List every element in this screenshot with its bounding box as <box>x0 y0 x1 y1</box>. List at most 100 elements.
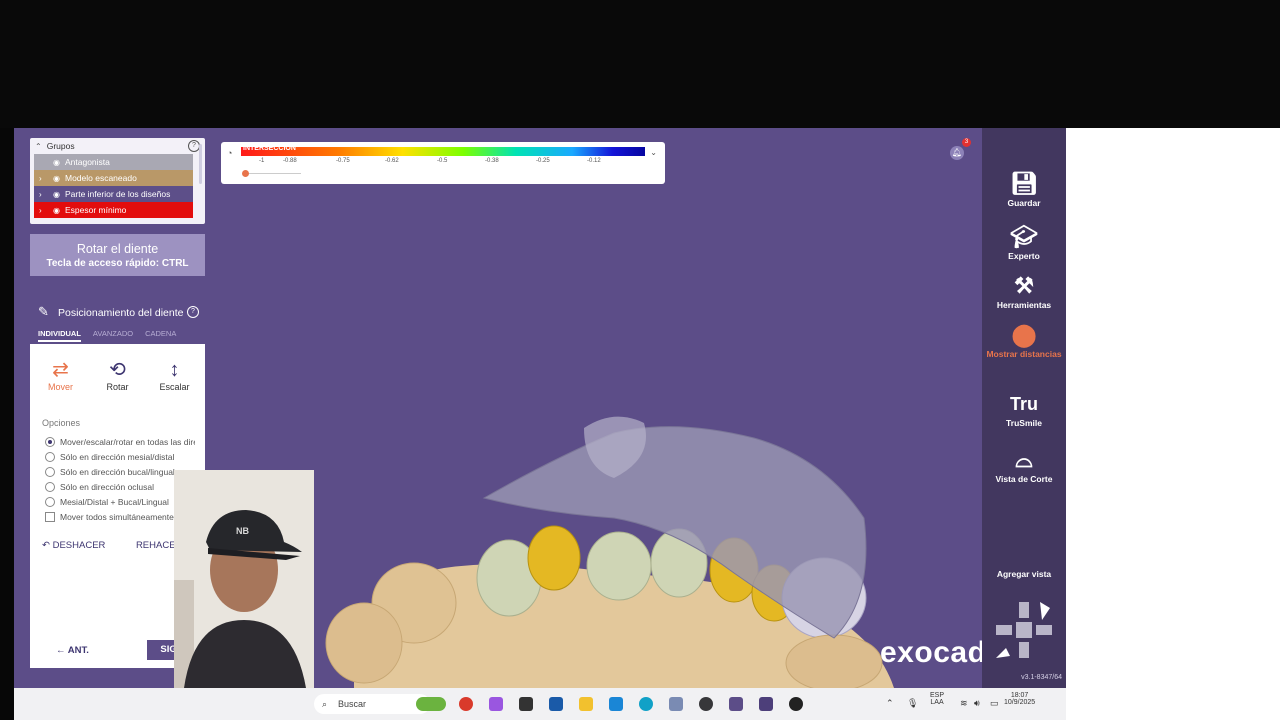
taskbar-search[interactable]: ⌕ Buscar <box>314 694 430 714</box>
eye-icon[interactable]: ◉ <box>53 174 60 183</box>
tools-button[interactable]: ⚒ Herramientas <box>982 272 1066 310</box>
rotate-icon: ⟲ <box>109 359 126 381</box>
battery-icon[interactable]: ▭ <box>990 698 999 709</box>
scale-button[interactable]: ↕ Escalar <box>151 358 199 408</box>
tab-individual[interactable]: INDIVIDUAL <box>38 329 81 342</box>
group-item-espesor-minimo[interactable]: › ◉ Espesor mínimo <box>34 202 193 218</box>
view-navigation-cube[interactable] <box>992 598 1056 662</box>
wifi-icon[interactable]: ≋ <box>960 698 968 709</box>
eye-icon[interactable]: ◉ <box>53 158 60 167</box>
groups-scrollbar[interactable] <box>199 144 202 184</box>
3d-viewport[interactable] <box>314 398 894 688</box>
svg-text:NB: NB <box>236 526 249 536</box>
undo-button[interactable]: ↶ DESHACER <box>42 540 105 551</box>
microphone-icon[interactable]: 🎙︎ <box>907 698 918 709</box>
scale-tick: -0.38 <box>485 158 499 164</box>
edge-icon[interactable] <box>639 697 653 711</box>
eye-icon[interactable]: ◉ <box>53 206 60 215</box>
clock[interactable]: 18:07 10/9/2025 <box>1004 692 1035 706</box>
save-button[interactable]: 💾︎ Guardar <box>982 170 1066 208</box>
chevron-up-icon[interactable]: ⌃ <box>886 698 894 709</box>
group-item-parte-inferior[interactable]: › ◉ Parte inferior de los diseños <box>34 186 193 202</box>
webcam-overlay: NB <box>174 470 314 688</box>
chevron-right-icon[interactable]: › <box>39 206 47 215</box>
weather-widget-icon[interactable] <box>416 697 446 711</box>
lang-layout: LAA <box>930 699 944 706</box>
option-label: Sólo en dirección oclusal <box>60 481 155 492</box>
cut-view-button[interactable]: ⌓ Vista de Corte <box>982 446 1066 484</box>
app-icon[interactable] <box>519 697 533 711</box>
trusmile-label: TruSmile <box>1006 418 1042 428</box>
positioning-header: ✎ Posicionamiento del diente ? INDIVIDUA… <box>30 294 205 344</box>
prev-button[interactable]: ← ANT. <box>56 645 89 656</box>
show-distances-button[interactable]: ⬤ Mostrar distancias <box>982 321 1066 359</box>
option-oclusal[interactable]: Sólo en dirección oclusal <box>45 479 195 494</box>
move-all-checkbox[interactable]: Mover todos simultáneamente <box>45 509 195 524</box>
scale-tick: -0.25 <box>536 158 550 164</box>
scale-ticks: -1 -0.88 -0.75 -0.62 -0.5 -0.38 -0.25 -0… <box>241 158 645 168</box>
cut-view-icon: ⌓ <box>1015 447 1033 472</box>
groups-header[interactable]: ⌃ Grupos ? <box>30 138 205 154</box>
scale-label: INTERSECCIÓN <box>243 145 296 152</box>
chrome-icon[interactable] <box>459 697 473 711</box>
help-icon[interactable]: ? <box>187 306 199 318</box>
folder-icon[interactable] <box>579 697 593 711</box>
scale-tick: -1 <box>259 158 265 164</box>
scale-slider-track[interactable] <box>245 173 301 174</box>
nav-corner-icon <box>1040 602 1050 620</box>
radio-selected[interactable] <box>45 436 55 447</box>
trusmile-button[interactable]: Tru TruSmile <box>982 390 1066 428</box>
cut-view-label: Vista de Corte <box>995 474 1053 484</box>
exocad-cad-icon[interactable] <box>759 697 773 711</box>
screen-top-black-area <box>0 0 1280 128</box>
calculator-icon[interactable] <box>609 697 623 711</box>
chevron-down-icon[interactable]: ⌄ <box>650 148 657 157</box>
group-item-antagonista[interactable]: ◉ Antagonista <box>34 154 193 170</box>
tab-cadena[interactable]: CADENA <box>145 329 176 342</box>
banner-title: Rotar el diente <box>76 242 159 256</box>
language-indicator[interactable]: ESP LAA <box>930 692 944 706</box>
yellow-tooth <box>527 525 581 591</box>
mode-banner: Rotar el diente Tecla de acceso rápido: … <box>30 234 205 276</box>
radio[interactable] <box>45 451 55 462</box>
radio[interactable] <box>45 481 55 492</box>
chevron-right-icon[interactable]: › <box>39 174 47 183</box>
snipping-icon[interactable] <box>669 697 683 711</box>
speaker-icon[interactable]: 🔊︎ <box>974 698 980 709</box>
option-bucal-lingual[interactable]: Sólo en dirección bucal/lingual <box>45 464 195 479</box>
positioning-tabs: INDIVIDUAL AVANZADO CADENA <box>38 329 176 342</box>
eye-icon[interactable]: ◉ <box>53 190 60 199</box>
expert-button[interactable]: 🎓︎ Experto <box>982 223 1066 261</box>
intersection-color-scale: ◔ INTERSECCIÓN -1 -0.88 -0.75 -0.62 -0.5… <box>221 142 665 184</box>
undo-redo-row: ↶ DESHACER REHACER ↷ <box>42 540 193 551</box>
exocad-taskbar-icon[interactable] <box>729 697 743 711</box>
bell-icon[interactable]: 🔔︎ <box>950 146 964 160</box>
scale-tick: -0.75 <box>336 158 350 164</box>
graduation-cap-icon: 🎓︎ <box>1010 224 1038 249</box>
undo-label: DESHACER <box>52 540 106 551</box>
checkbox[interactable] <box>45 511 55 522</box>
chevron-up-icon: ⌃ <box>35 141 42 151</box>
tooth-app-icon[interactable] <box>699 697 713 711</box>
move-button[interactable]: ⇄ Mover <box>37 358 85 408</box>
radio[interactable] <box>45 466 55 477</box>
lang-code: ESP <box>930 692 945 699</box>
scale-tick: -0.88 <box>283 158 297 164</box>
chevron-right-icon[interactable]: › <box>39 190 47 199</box>
rotate-button[interactable]: ⟲ Rotar <box>94 358 142 408</box>
option-mesial-distal-bucal-lingual[interactable]: Mesial/Distal + Bucal/Lingual <box>45 494 195 509</box>
app-icon[interactable] <box>789 697 803 711</box>
option-mesial-distal[interactable]: Sólo en dirección mesial/distal <box>45 449 195 464</box>
scale-slider-handle[interactable] <box>242 170 249 177</box>
exocad-window: – ❐ ✕ ⌃ Grupos ? ◉ Antagonista ›◉ Modelo… <box>14 128 1066 688</box>
copilot-icon[interactable] <box>489 697 503 711</box>
option-all-directions[interactable]: Mover/escalar/rotar en todas las direcci… <box>45 434 195 449</box>
tab-avanzado[interactable]: AVANZADO <box>93 329 133 342</box>
crown-tooth <box>586 531 652 601</box>
gauge-icon[interactable]: ◔ <box>227 148 232 158</box>
group-item-modelo-escaneado[interactable]: › ◉ Modelo escaneado <box>34 170 193 186</box>
store-icon[interactable] <box>549 697 563 711</box>
groups-panel: ⌃ Grupos ? ◉ Antagonista › ◉ Modelo escan… <box>30 138 205 224</box>
add-view-button[interactable]: Agregar vista <box>982 569 1066 579</box>
radio[interactable] <box>45 496 55 507</box>
